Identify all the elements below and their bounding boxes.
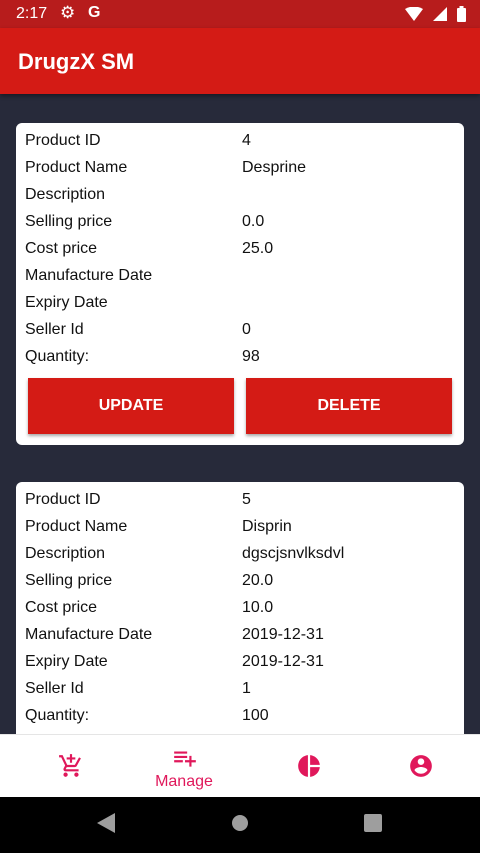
manufacture-date-row: Manufacture Date 2019-12-31 [25,622,455,649]
field-label: Quantity: [25,707,90,724]
pie-chart-icon [298,755,320,777]
settings-gear-icon: ⚙ [60,3,76,22]
add-to-cart-icon [59,754,81,777]
selling-price-row: Selling price 20.0 [25,568,455,595]
seller-id-row: Seller Id 0 [25,317,455,344]
field-label: Quantity: [25,348,90,365]
field-value: Desprine [242,159,307,176]
field-label: Selling price [25,213,113,230]
cost-price-row: Cost price 10.0 [25,595,455,622]
account-circle-icon [410,755,432,777]
google-g-icon: G [88,4,101,21]
home-icon[interactable] [230,813,250,833]
update-button[interactable]: UPDATE [28,378,234,434]
quantity-row: Quantity: 98 [25,344,455,371]
expiry-date-row: Expiry Date 2019-12-31 [25,649,455,676]
field-label: Product ID [25,132,101,149]
field-value: 20.0 [242,572,274,589]
field-value: 2019-12-31 [242,653,324,670]
field-label: Manufacture Date [25,626,153,643]
field-value: 98 [242,348,260,365]
description-row: Description dgscjsnvlksdvl [25,541,455,568]
app-bar: DrugzX SM [0,28,480,94]
product-list[interactable]: Product ID 4 Product Name Desprine Descr… [0,94,480,734]
field-label: Cost price [25,599,98,616]
nav-add-product[interactable] [10,735,130,798]
quantity-row: Quantity: 100 [25,703,455,730]
recents-icon[interactable] [364,814,382,832]
app-title: DrugzX SM [18,49,135,74]
field-value: dgscjsnvlksdvl [242,545,345,562]
field-value: 0 [242,321,251,338]
field-label: Manufacture Date [25,267,153,284]
field-label: Product Name [25,159,128,176]
signal-icon [433,7,447,21]
seller-id-row: Seller Id 1 [25,676,455,703]
product-name-row: Product Name Desprine [25,155,455,182]
field-label: Seller Id [25,680,84,697]
field-value: 2019-12-31 [242,626,324,643]
field-label: Product Name [25,518,128,535]
status-bar: 2:17 ⚙ G [0,0,480,28]
bottom-navigation: Manage [0,734,480,798]
field-label: Expiry Date [25,294,108,311]
playlist-add-icon [174,751,196,767]
field-value: Disprin [242,518,292,535]
field-value: 25.0 [242,240,274,257]
product-card: Product ID 5 Product Name Disprin Descri… [16,482,464,734]
nav-manage-label: Manage [155,773,213,790]
field-label: Expiry Date [25,653,108,670]
expiry-date-row: Expiry Date [25,290,455,317]
field-value: 10.0 [242,599,274,616]
status-icons [405,6,466,22]
manufacture-date-row: Manufacture Date [25,263,455,290]
nav-manage[interactable]: Manage [124,735,244,798]
nav-stats[interactable] [248,735,368,798]
selling-price-row: Selling price 0.0 [25,209,455,236]
cost-price-row: Cost price 25.0 [25,236,455,263]
status-time: 2:17 [16,5,48,22]
field-label: Cost price [25,240,98,257]
field-label: Selling price [25,572,113,589]
field-value: 4 [242,132,251,149]
field-label: Seller Id [25,321,84,338]
product-id-row: Product ID 5 [25,487,455,514]
field-value: 0.0 [242,213,265,230]
field-value: 5 [242,491,251,508]
wifi-icon [405,7,423,21]
battery-icon [457,6,466,22]
back-icon[interactable] [97,813,115,833]
product-name-row: Product Name Disprin [25,514,455,541]
product-card: Product ID 4 Product Name Desprine Descr… [16,123,464,445]
field-value: 1 [242,680,251,697]
field-label: Product ID [25,491,101,508]
system-navigation-bar [0,797,480,853]
delete-button[interactable]: DELETE [246,378,452,434]
product-id-row: Product ID 4 [25,128,455,155]
description-row: Description [25,182,455,209]
field-label: Description [25,186,106,203]
field-value: 100 [242,707,269,724]
nav-profile[interactable] [360,735,480,798]
field-label: Description [25,545,106,562]
